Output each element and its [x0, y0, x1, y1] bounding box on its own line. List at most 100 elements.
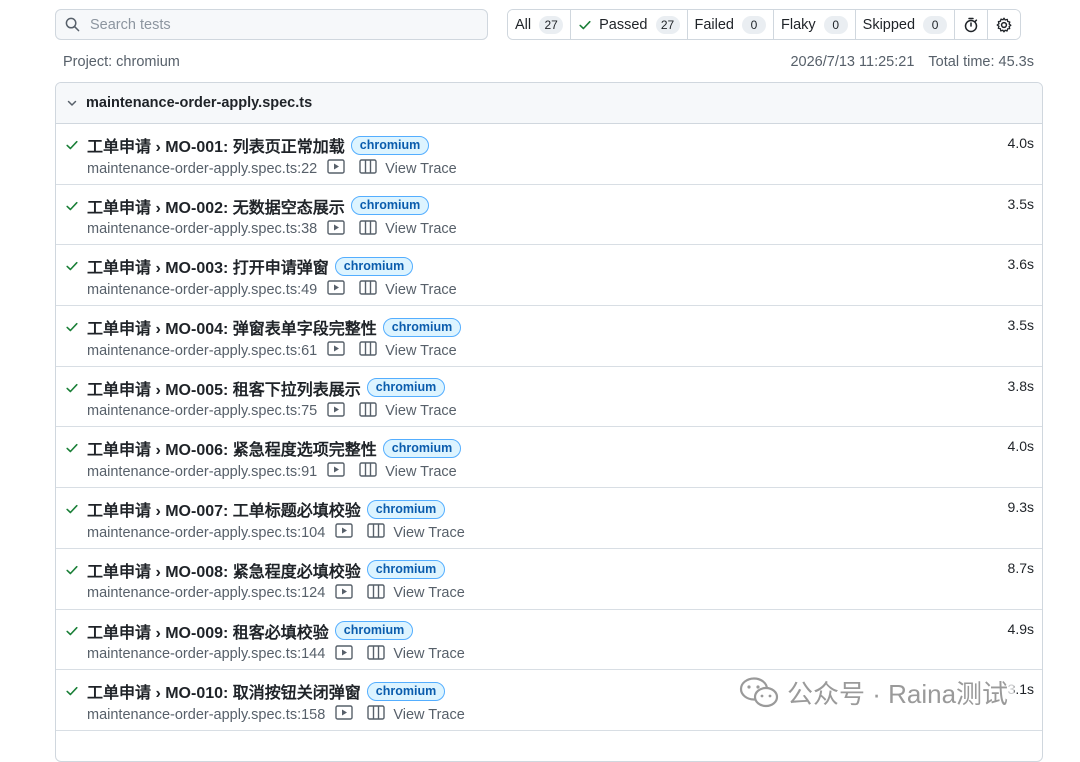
settings-button[interactable] — [988, 10, 1021, 39]
test-title[interactable]: 工单申请 › MO-010: 取消按钮关闭弹窗 — [87, 679, 361, 703]
filter-passed-label: Passed — [599, 16, 648, 33]
trace-icon[interactable] — [359, 402, 377, 421]
video-icon[interactable] — [327, 280, 345, 299]
filter-failed-count: 0 — [742, 15, 766, 34]
test-location: maintenance-order-apply.spec.ts:91 — [87, 463, 318, 480]
filter-passed[interactable]: Passed 27 — [571, 10, 688, 39]
view-trace-link[interactable]: View Trace — [393, 525, 464, 541]
project-badge[interactable]: chromium — [350, 135, 430, 155]
wechat-icon — [739, 676, 779, 707]
test-row[interactable]: 工单申请 › MO-003: 打开申请弹窗 chromium 3.6s mainten… — [56, 245, 1042, 307]
trace-icon[interactable] — [367, 584, 386, 603]
project-badge[interactable]: chromium — [366, 560, 446, 580]
test-title[interactable]: 工单申请 › MO-006: 紧急程度选项完整性 — [87, 436, 377, 460]
trace-icon[interactable] — [367, 644, 386, 664]
view-trace-link[interactable]: View Trace — [385, 221, 456, 237]
filter-skipped-label: Skipped — [862, 16, 916, 33]
test-row[interactable]: 工单申请 › MO-008: 紧急程度必填校验 chromium 8.7s maint… — [56, 549, 1042, 610]
trace-icon[interactable] — [359, 159, 377, 178]
test-row[interactable]: 工单申请 › MO-004: 弹窗表单字段完整性 chromium 3.5s main… — [56, 306, 1042, 367]
filter-all[interactable]: All 27 — [508, 10, 572, 39]
check-icon — [65, 259, 79, 278]
test-title[interactable]: 工单申请 › MO-005: 租客下拉列表展示 — [87, 376, 361, 400]
project-badge[interactable]: chromium — [366, 681, 446, 701]
project-badge[interactable]: chromium — [334, 621, 414, 640]
video-icon[interactable] — [327, 159, 345, 178]
project-name: Project: chromium — [63, 54, 180, 70]
stopwatch-icon — [964, 17, 978, 32]
video-icon[interactable] — [327, 341, 345, 360]
video-icon[interactable] — [327, 219, 345, 239]
trace-icon[interactable] — [367, 523, 386, 542]
duration-sort-button[interactable] — [955, 10, 989, 39]
filter-passed-count: 27 — [655, 15, 680, 34]
test-meta-line: maintenance-order-apply.spec.ts:61 View T… — [87, 341, 457, 360]
search-box[interactable] — [55, 9, 488, 40]
test-row[interactable]: 工单申请 › MO-002: 无数据空态展示 chromium 3.5s mainte… — [56, 185, 1042, 246]
view-trace-link[interactable]: View Trace — [393, 646, 464, 662]
test-title-line: 工单申请 › MO-006: 紧急程度选项完整性 chromium — [87, 436, 462, 460]
test-title[interactable]: 工单申请 › MO-002: 无数据空态展示 — [87, 194, 345, 218]
run-datetime: 2026/7/13 11:25:21 — [790, 54, 915, 70]
view-trace-link[interactable]: View Trace — [385, 343, 456, 359]
check-icon — [65, 502, 79, 521]
test-meta-line: maintenance-order-apply.spec.ts:158 View … — [87, 705, 465, 724]
view-trace-link[interactable]: View Trace — [385, 161, 456, 177]
test-row[interactable]: 工单申请 › MO-006: 紧急程度选项完整性 chromium 4.0s main… — [56, 427, 1042, 489]
project-badge[interactable]: chromium — [382, 317, 462, 337]
test-title-line: 工单申请 › MO-001: 列表页正常加载 chromium — [87, 133, 430, 157]
video-icon[interactable] — [327, 462, 345, 481]
test-title[interactable]: 工单申请 › MO-009: 租客必填校验 — [87, 619, 329, 643]
check-icon — [65, 138, 79, 157]
test-title[interactable]: 工单申请 › MO-001: 列表页正常加载 — [87, 133, 345, 157]
project-badge[interactable]: chromium — [350, 196, 430, 216]
filter-flaky[interactable]: Flaky 0 — [774, 10, 856, 39]
test-location: maintenance-order-apply.spec.ts:75 — [87, 403, 318, 420]
video-icon[interactable] — [335, 644, 354, 664]
test-title[interactable]: 工单申请 › MO-003: 打开申请弹窗 — [87, 254, 329, 278]
test-row[interactable]: 工单申请 › MO-009: 租客必填校验 chromium 4.9s mainten… — [56, 610, 1042, 671]
trace-icon[interactable] — [359, 462, 377, 481]
test-location: maintenance-order-apply.spec.ts:49 — [87, 281, 318, 298]
trace-icon[interactable] — [359, 341, 377, 360]
view-trace-link[interactable]: View Trace — [385, 282, 456, 298]
project-badge[interactable]: chromium — [382, 438, 462, 458]
test-title[interactable]: 工单申请 › MO-004: 弹窗表单字段完整性 — [87, 315, 377, 339]
filter-failed[interactable]: Failed 0 — [687, 10, 774, 39]
view-trace-link[interactable]: View Trace — [385, 464, 456, 480]
search-input[interactable] — [88, 15, 472, 34]
search-icon — [65, 17, 80, 32]
check-icon — [65, 563, 79, 582]
project-badge[interactable]: chromium — [366, 499, 446, 519]
file-header[interactable]: maintenance-order-apply.spec.ts — [56, 83, 1042, 124]
trace-icon[interactable] — [359, 280, 377, 299]
test-list: 工单申请 › MO-001: 列表页正常加载 chromium 4.0s mainte… — [56, 124, 1042, 731]
view-trace-link[interactable]: View Trace — [393, 707, 464, 723]
trace-icon[interactable] — [367, 705, 386, 724]
view-trace-link[interactable]: View Trace — [385, 403, 456, 419]
trace-icon[interactable] — [359, 219, 377, 239]
test-row[interactable]: 工单申请 › MO-005: 租客下拉列表展示 chromium 3.8s maint… — [56, 367, 1042, 428]
test-title-line: 工单申请 › MO-008: 紧急程度必填校验 chromium — [87, 558, 446, 582]
filter-skipped[interactable]: Skipped 0 — [855, 10, 956, 39]
video-icon[interactable] — [335, 584, 354, 603]
project-badge[interactable]: chromium — [334, 256, 414, 276]
view-trace-link[interactable]: View Trace — [393, 585, 464, 601]
test-meta-line: maintenance-order-apply.spec.ts:91 View T… — [87, 462, 457, 481]
status-filters: All 27 Passed 27 Failed 0 Flaky 0 Skippe… — [507, 9, 1022, 40]
test-location: maintenance-order-apply.spec.ts:22 — [87, 160, 318, 177]
gear-icon — [996, 17, 1012, 32]
check-icon — [65, 684, 79, 703]
video-icon[interactable] — [327, 402, 345, 421]
test-title-line: 工单申请 › MO-004: 弹窗表单字段完整性 chromium — [87, 315, 462, 339]
check-icon — [65, 624, 79, 643]
test-meta-line: maintenance-order-apply.spec.ts:75 View T… — [87, 402, 457, 421]
test-row[interactable]: 工单申请 › MO-007: 工单标题必填校验 chromium 9.3s maint… — [56, 488, 1042, 549]
project-badge[interactable]: chromium — [366, 378, 446, 398]
test-title[interactable]: 工单申请 › MO-007: 工单标题必填校验 — [87, 497, 361, 521]
test-title[interactable]: 工单申请 › MO-008: 紧急程度必填校验 — [87, 558, 361, 582]
test-duration: 3.5s — [1007, 195, 1034, 212]
test-row[interactable]: 工单申请 › MO-001: 列表页正常加载 chromium 4.0s mainte… — [56, 124, 1042, 185]
video-icon[interactable] — [335, 705, 354, 724]
video-icon[interactable] — [335, 523, 354, 542]
